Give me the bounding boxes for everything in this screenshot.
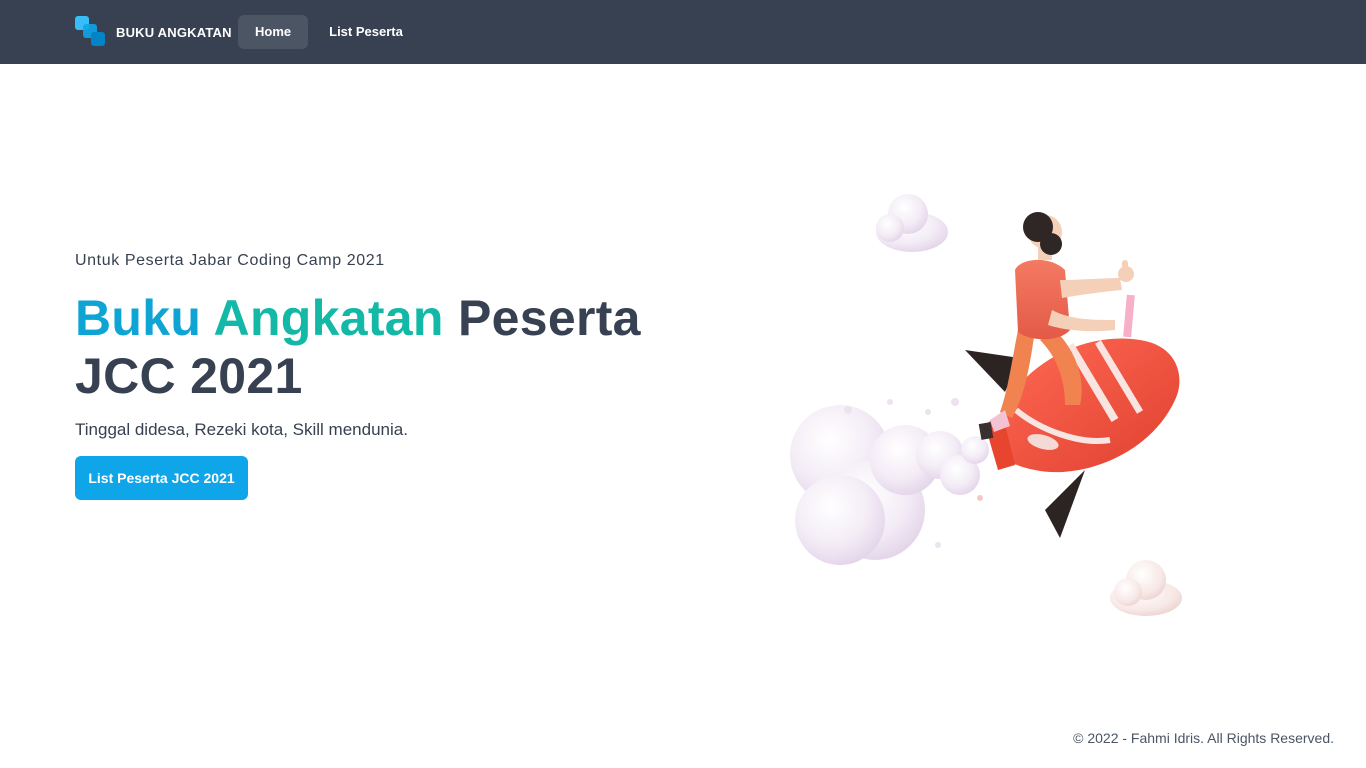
nav-link-home[interactable]: Home [238, 15, 309, 49]
brand-name: BUKU ANGKATAN [116, 24, 232, 40]
hero-subtitle: Untuk Peserta Jabar Coding Camp 2021 [75, 252, 385, 269]
logo-icon [75, 16, 107, 48]
footer-copyright: © 2022 - Fahmi Idris. All Rights Reserve… [1073, 730, 1334, 746]
nav-links: Home List Peserta [238, 15, 424, 49]
headline-angkatan: Angkatan [213, 290, 444, 346]
navbar: BUKU ANGKATAN Home List Peserta [0, 0, 1366, 64]
headline-peserta: Peserta [457, 290, 641, 346]
exhaust-cloud [790, 398, 989, 565]
cloud-bottom [1110, 560, 1182, 616]
list-peserta-button[interactable]: List Peserta JCC 2021 [75, 456, 248, 500]
rocket-illustration [780, 180, 1200, 630]
brand[interactable]: BUKU ANGKATAN [75, 16, 232, 48]
nav-link-list-peserta[interactable]: List Peserta [312, 15, 420, 49]
headline-buku: Buku [75, 290, 202, 346]
hero-section: Untuk Peserta Jabar Coding Camp 2021 Buk… [75, 250, 695, 442]
headline-jcc: JCC 2021 [75, 348, 303, 404]
cloud-top [876, 194, 948, 252]
hero-tagline: Tinggal didesa, Rezeki kota, Skill mendu… [75, 420, 408, 439]
hero-headline: Buku Angkatan Peserta JCC 2021 [75, 289, 695, 405]
